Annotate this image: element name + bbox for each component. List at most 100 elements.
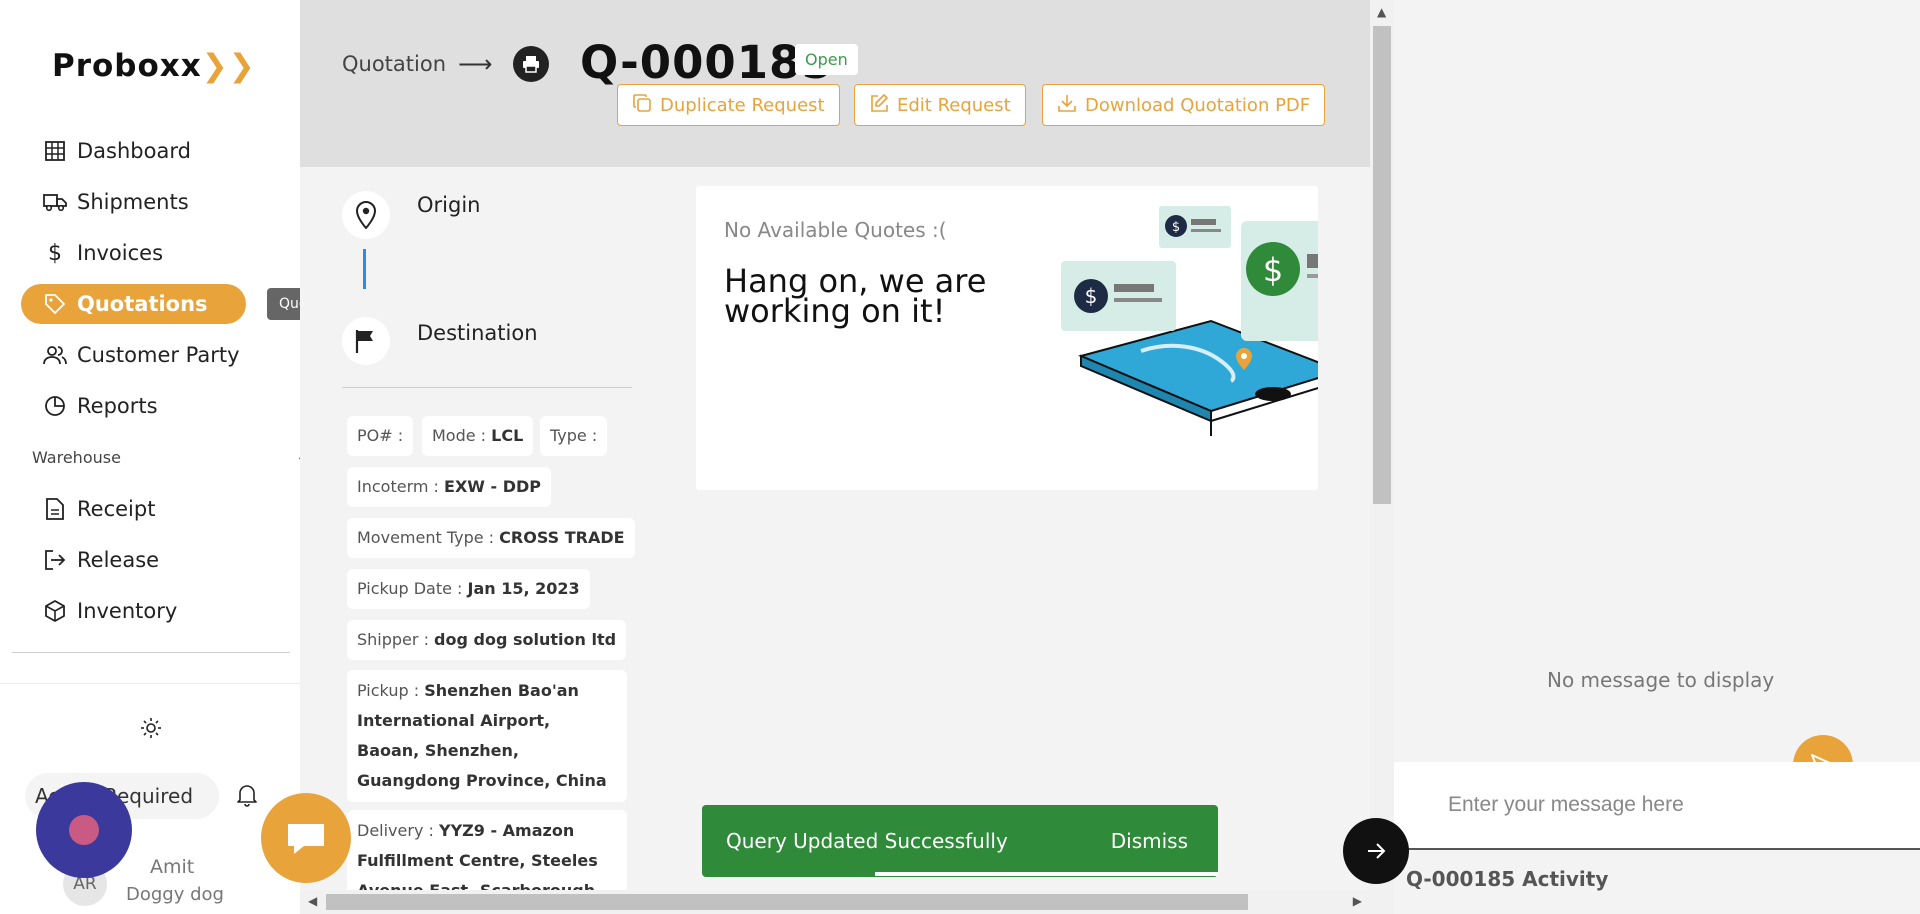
sidebar-item-dashboard[interactable]: Dashboard — [21, 131, 246, 171]
pickup-date-label: Pickup Date : — [357, 579, 463, 598]
sidebar-item-customer-party[interactable]: Customer Party — [21, 335, 246, 375]
main-content: Origin Destination PO# : Mode : LCL Type… — [300, 167, 1370, 890]
section-label-warehouse: Warehouse — [32, 448, 121, 467]
message-input[interactable] — [1394, 762, 1920, 850]
download-icon — [1057, 93, 1077, 118]
mode-label: Mode : — [432, 426, 487, 445]
activity-chat-panel: No message to display Q-000185 Activity — [1394, 0, 1920, 914]
print-icon[interactable] — [513, 46, 549, 82]
horizontal-scrollbar-thumb[interactable] — [326, 894, 1248, 910]
incoterm-label: Incoterm : — [357, 477, 439, 496]
tag-icon — [43, 292, 67, 316]
no-quotes-message: Hang on, we are working on it! — [724, 262, 987, 330]
sidebar-item-inventory[interactable]: Inventory — [21, 591, 246, 631]
origin-label: Origin — [417, 193, 481, 217]
delivery-label: Delivery : — [357, 821, 434, 840]
incoterm-detail: Incoterm : EXW - DDP — [347, 467, 551, 507]
sidebar-item-receipt[interactable]: Receipt — [21, 489, 246, 529]
pie-chart-icon — [43, 394, 67, 418]
shipper-detail: Shipper : dog dog solution ltd — [347, 620, 627, 660]
bell-icon[interactable] — [233, 781, 261, 809]
toast-message: Query Updated Successfully — [726, 829, 1008, 853]
edit-request-label: Edit Request — [897, 94, 1011, 116]
svg-text:$: $ — [1085, 284, 1098, 308]
sidebar-item-reports[interactable]: Reports — [21, 386, 246, 426]
toast-progress-bar — [875, 872, 1218, 876]
details-divider — [342, 387, 632, 388]
success-toast: Query Updated Successfully Dismiss — [702, 805, 1218, 877]
file-icon — [43, 497, 67, 521]
logo[interactable]: Proboxx❯❯ — [52, 48, 256, 84]
shipper-label: Shipper : — [357, 630, 429, 649]
sidebar-item-label: Receipt — [77, 497, 156, 521]
pickup-detail: Pickup : Shenzhen Bao'an International A… — [347, 670, 627, 802]
grid-icon — [43, 139, 67, 163]
mode-value: LCL — [491, 426, 524, 445]
edit-icon — [869, 93, 889, 118]
copy-icon — [632, 93, 652, 118]
duplicate-request-button[interactable]: Duplicate Request — [617, 84, 840, 126]
no-messages-text: No message to display — [1547, 668, 1775, 692]
route-connector — [363, 249, 366, 289]
logo-text: Proboxx — [52, 48, 202, 84]
box-icon — [43, 599, 67, 623]
status-badge: Open — [795, 44, 858, 75]
sidebar-item-release[interactable]: Release — [21, 540, 246, 580]
sidebar-item-quotations[interactable]: Quotations — [21, 284, 246, 324]
edit-request-button[interactable]: Edit Request — [854, 84, 1026, 126]
movement-type-value: CROSS TRADE — [499, 528, 625, 547]
vertical-scrollbar[interactable]: ▲ — [1370, 0, 1394, 914]
vertical-scrollbar-thumb[interactable] — [1373, 26, 1391, 504]
user-name: Amit — [150, 856, 195, 878]
po-detail: PO# : — [347, 416, 414, 456]
quotes-illustration: $ $ $ — [1061, 206, 1318, 436]
support-widget-button[interactable] — [36, 782, 132, 878]
sidebar-item-invoices[interactable]: $ Invoices — [21, 233, 246, 273]
arrow-right-icon — [1368, 843, 1386, 859]
breadcrumb[interactable]: Quotation — [342, 52, 446, 76]
scroll-right-icon[interactable]: ▶ — [1353, 894, 1362, 908]
logout-icon — [43, 548, 67, 572]
scroll-left-icon[interactable]: ◀ — [308, 894, 317, 908]
po-label: PO# : — [357, 426, 404, 445]
delivery-detail: Delivery : YYZ9 - Amazon Fulfillment Cen… — [347, 810, 627, 890]
sidebar-divider — [0, 683, 300, 684]
dollar-icon: $ — [48, 240, 62, 266]
activity-title: Q-000185 Activity — [1406, 867, 1609, 891]
arrow-right-icon: ⟶ — [458, 50, 493, 78]
movement-type-detail: Movement Type : CROSS TRADE — [347, 518, 635, 558]
map-pin-icon — [342, 191, 390, 239]
sidebar-item-label: Customer Party — [77, 343, 240, 367]
expand-panel-button[interactable] — [1343, 818, 1409, 884]
sidebar-item-label: Invoices — [77, 241, 164, 265]
theme-toggle-sun-icon[interactable] — [137, 714, 165, 742]
sidebar-item-label: Release — [77, 548, 160, 572]
sidebar-item-label: Shipments — [77, 190, 189, 214]
svg-text:$: $ — [1263, 251, 1283, 289]
sidebar-item-label: Inventory — [77, 599, 178, 623]
flag-icon — [342, 317, 390, 365]
pickup-date-detail: Pickup Date : Jan 15, 2023 — [347, 569, 590, 609]
chat-widget-button[interactable] — [261, 793, 351, 883]
movement-type-label: Movement Type : — [357, 528, 495, 547]
mode-detail: Mode : LCL — [422, 416, 534, 456]
dismiss-button[interactable]: Dismiss — [1111, 829, 1188, 853]
svg-text:$: $ — [1172, 220, 1180, 235]
page-header: Quotation ⟶ Q-000185 Open Duplicate Requ… — [300, 0, 1370, 167]
sidebar-item-shipments[interactable]: Shipments — [21, 182, 246, 222]
sidebar-item-label: Dashboard — [77, 139, 191, 163]
scroll-up-icon[interactable]: ▲ — [1377, 5, 1386, 19]
truck-icon — [43, 190, 67, 214]
horizontal-scrollbar[interactable]: ◀ ▶ — [300, 890, 1370, 914]
download-quotation-pdf-button[interactable]: Download Quotation PDF — [1042, 84, 1326, 126]
download-quotation-pdf-label: Download Quotation PDF — [1085, 94, 1311, 116]
pickup-date-value: Jan 15, 2023 — [467, 579, 580, 598]
users-icon — [43, 343, 67, 367]
sidebar-item-label: Reports — [77, 394, 158, 418]
incoterm-value: EXW - DDP — [444, 477, 541, 496]
chat-bubble-icon — [288, 824, 324, 854]
sidebar-divider — [12, 652, 290, 653]
pickup-label: Pickup : — [357, 681, 420, 700]
sidebar: Proboxx❯❯ Dashboard Shipments $ Invoices… — [0, 0, 306, 914]
quotes-card: No Available Quotes :( Hang on, we are w… — [696, 186, 1318, 490]
